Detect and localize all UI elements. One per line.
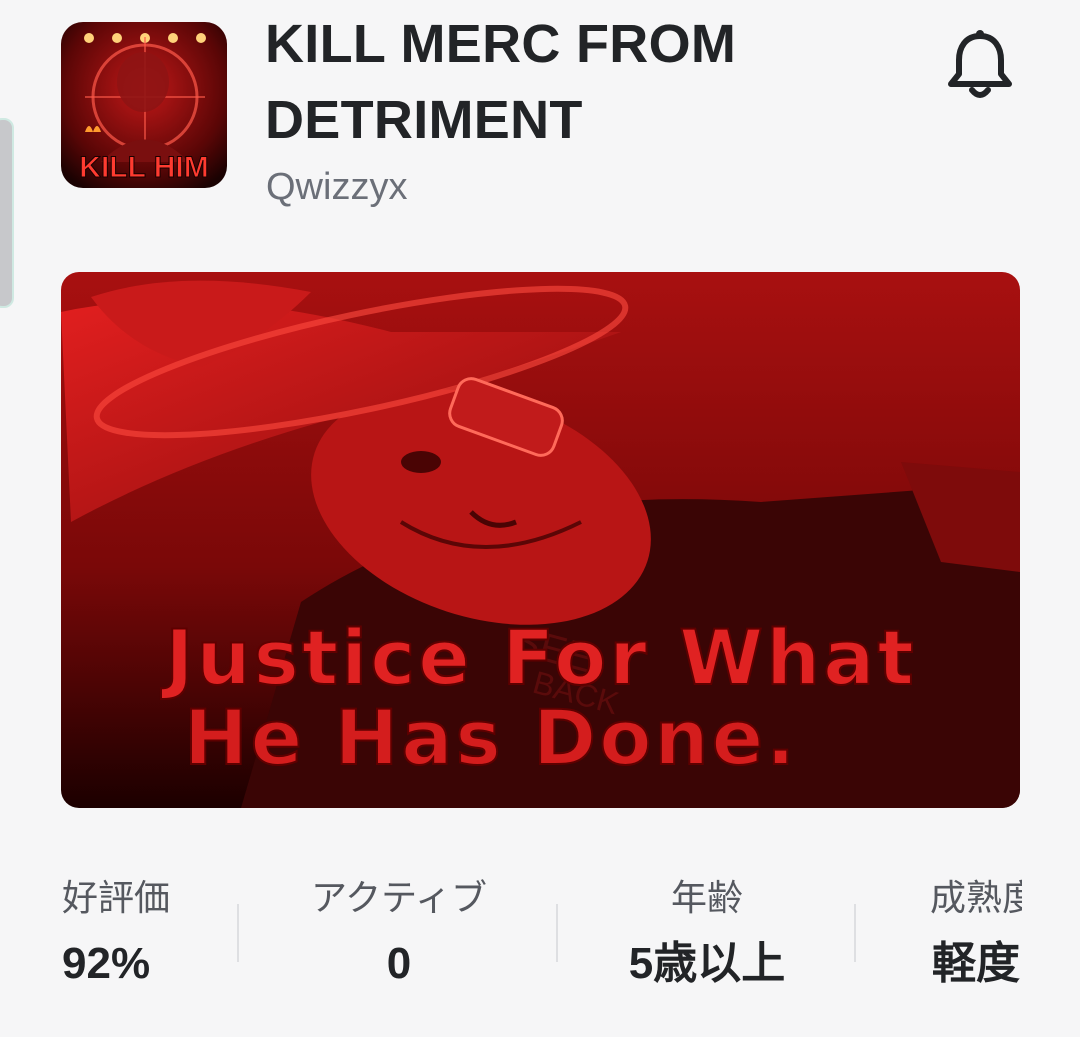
creator-name[interactable]: Qwizzyx — [266, 162, 407, 212]
stat-active-value: 0 — [386, 939, 412, 988]
svg-text:He Has Done.: He Has Done. — [184, 693, 798, 782]
bell-icon — [948, 30, 1012, 98]
game-icon-image: KILL HIM — [61, 22, 227, 188]
svg-text:KILL HIM: KILL HIM — [79, 151, 208, 184]
stat-divider — [237, 904, 239, 962]
stat-maturity: 成熟度 軽度 — [930, 874, 1022, 994]
notification-button[interactable] — [940, 26, 1020, 106]
game-thumbnail[interactable]: SEE BACK Justice For What He Has Done. — [61, 272, 1020, 808]
stat-maturity-label: 成熟度 — [930, 877, 1022, 918]
stat-active: アクティブ 0 — [284, 874, 514, 994]
stat-age-value: 5歳以上 — [628, 939, 786, 988]
game-title: KILL MERC FROM DETRIMENT — [265, 14, 737, 150]
game-header: KILL HIM KILL MERC FROM DETRIMENT Qwizzy… — [0, 0, 1080, 250]
game-stats: 好評価 92% アクティブ 0 年齢 5歳以上 成熟度 軽度 — [0, 860, 1080, 1010]
stat-divider — [556, 904, 558, 962]
stat-active-label: アクティブ — [310, 877, 488, 918]
stat-divider — [854, 904, 856, 962]
stat-maturity-value: 軽度 — [932, 939, 1020, 988]
stat-rating-value: 92% — [62, 939, 151, 988]
stat-rating: 好評価 92% — [62, 874, 292, 994]
stat-rating-label: 好評価 — [62, 877, 171, 918]
stat-age-label: 年齢 — [670, 877, 743, 918]
svg-text:Justice For What: Justice For What — [160, 613, 917, 702]
stat-age: 年齢 5歳以上 — [592, 874, 822, 994]
